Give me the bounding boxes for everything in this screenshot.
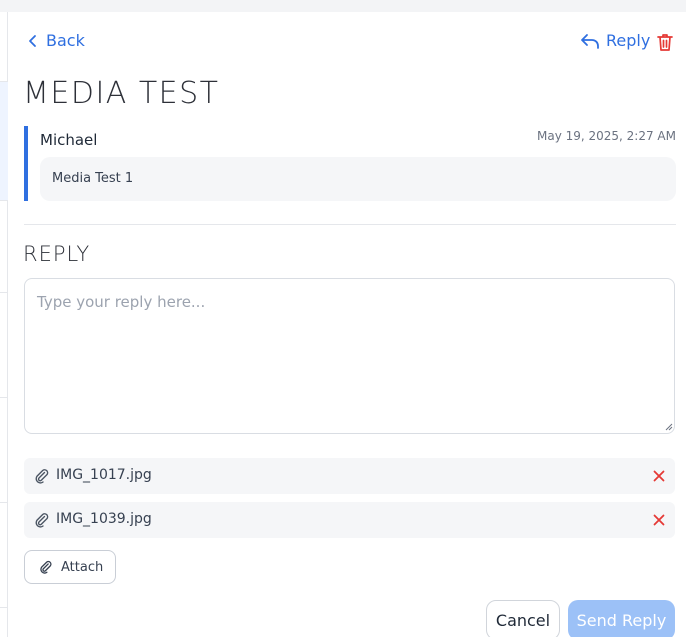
- side-list-divider: [0, 81, 8, 82]
- resize-grip-icon[interactable]: [665, 423, 673, 431]
- message-card: Michael May 19, 2025, 2:27 AM Media Test…: [24, 126, 676, 201]
- attachment-filename: IMG_1017.jpg: [56, 467, 152, 483]
- reply-heading: REPLY: [23, 242, 91, 266]
- side-list-divider: [0, 502, 8, 503]
- remove-attachment-icon[interactable]: [651, 512, 667, 528]
- section-divider: [24, 224, 676, 225]
- paperclip-icon: [35, 469, 49, 484]
- attachment-item: IMG_1039.jpg: [24, 502, 675, 538]
- message-detail-panel: Back Reply MEDIA TEST Michael May 19, 20…: [8, 12, 686, 637]
- message-author: Michael: [40, 131, 98, 149]
- chevron-left-icon: [29, 34, 36, 47]
- attach-button[interactable]: Attach: [24, 550, 116, 584]
- message-timestamp: May 19, 2025, 2:27 AM: [536, 129, 676, 143]
- paperclip-icon: [35, 513, 49, 528]
- send-reply-button[interactable]: Send Reply: [568, 600, 675, 637]
- attachment-filename: IMG_1039.jpg: [56, 511, 152, 527]
- side-list-edge: [0, 12, 8, 637]
- attach-label: Attach: [61, 559, 104, 575]
- back-button[interactable]: Back: [26, 31, 85, 50]
- remove-attachment-icon[interactable]: [651, 468, 667, 484]
- reply-button[interactable]: Reply: [580, 31, 650, 50]
- side-list-divider: [0, 200, 8, 201]
- cancel-button[interactable]: Cancel: [486, 600, 560, 637]
- reply-textarea[interactable]: [24, 278, 675, 434]
- reply-arrow-icon: [581, 33, 599, 49]
- reply-label: Reply: [606, 31, 651, 50]
- trash-icon[interactable]: [655, 32, 675, 52]
- side-list-divider: [0, 607, 8, 608]
- attachment-item: IMG_1017.jpg: [24, 458, 675, 494]
- back-label: Back: [46, 31, 85, 50]
- thread-title: MEDIA TEST: [23, 76, 220, 111]
- side-list-divider: [0, 397, 8, 398]
- message-body: Media Test 1: [40, 157, 676, 201]
- paperclip-icon: [40, 560, 52, 574]
- side-list-active-item[interactable]: [0, 82, 8, 200]
- side-list-divider: [0, 292, 8, 293]
- detail-toolbar: Back Reply: [8, 12, 686, 70]
